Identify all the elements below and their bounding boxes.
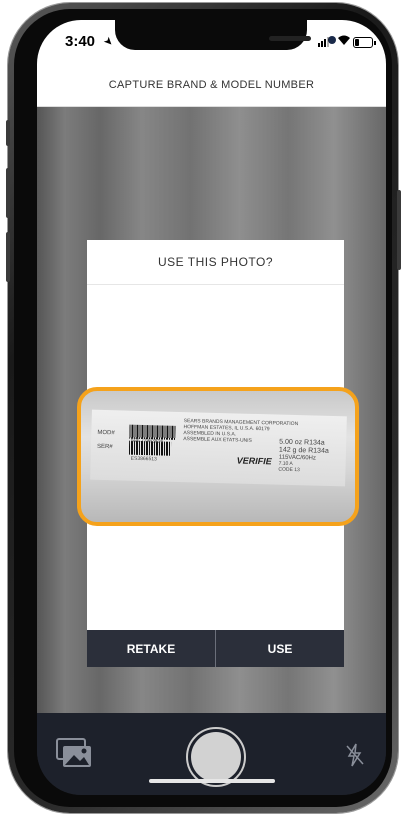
model-number: 596.72963816 [131, 437, 164, 445]
shutter-button[interactable] [186, 727, 246, 787]
serial-number: ES3866513 [130, 455, 157, 463]
photo-gallery-icon[interactable] [55, 737, 93, 769]
dialog-actions: RETAKE USE [87, 630, 344, 667]
screen: 3:40 ➤ CAPTURE BRAND & MODEL NUMBER USE … [37, 20, 386, 795]
volume-up-button [6, 168, 10, 218]
dialog-title-text: USE THIS PHOTO? [157, 255, 274, 269]
home-indicator [149, 779, 275, 783]
status-time: 3:40 [65, 33, 96, 50]
location-arrow-icon: ➤ [100, 34, 116, 50]
manufacturer-line-4: ASSEMBLE AUX ETATS-UNIS [183, 436, 253, 444]
signal-icon [318, 37, 332, 47]
serial-label: SER# [96, 443, 113, 451]
retake-button[interactable]: RETAKE [87, 630, 215, 667]
camera-toolbar [37, 713, 386, 795]
wifi-icon [337, 35, 351, 49]
appliance-label: MOD# SER# 596.72963816 ES3866513 SEARS B… [90, 409, 347, 487]
use-button[interactable]: USE [216, 630, 344, 667]
mute-switch [6, 120, 10, 146]
power-button [397, 190, 401, 270]
battery-icon [353, 37, 376, 48]
page-title: CAPTURE BRAND & MODEL NUMBER [108, 79, 315, 91]
notch [115, 20, 336, 50]
refrigerant-line-5: CODE 13 [278, 466, 300, 474]
status-bar: 3:40 ➤ [37, 20, 386, 64]
speaker [269, 36, 311, 41]
volume-down-button [6, 232, 10, 282]
model-label: MOD# [97, 429, 115, 437]
confirm-photo-dialog: USE THIS PHOTO? MOD# SER# 596.72963816 E… [77, 240, 359, 667]
dialog-title: USE THIS PHOTO? [87, 240, 344, 285]
certification-mark: VERIFIE [236, 455, 272, 467]
captured-photo: MOD# SER# 596.72963816 ES3866513 SEARS B… [77, 387, 359, 526]
flash-off-icon[interactable] [345, 743, 365, 767]
page-header: CAPTURE BRAND & MODEL NUMBER [37, 64, 386, 107]
